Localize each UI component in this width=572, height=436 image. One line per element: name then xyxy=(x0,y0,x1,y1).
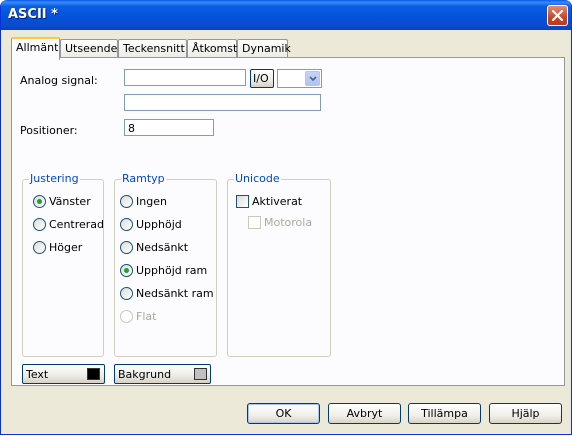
radio-vanster-label[interactable]: Vänster xyxy=(49,195,91,208)
positions-input[interactable]: 8 xyxy=(124,119,214,136)
ok-button[interactable]: OK xyxy=(247,403,320,424)
radio-hoger[interactable] xyxy=(33,241,46,254)
analog-signal-label: Analog signal: xyxy=(20,74,98,87)
checkbox-motorola xyxy=(248,216,261,229)
analog-signal-input[interactable] xyxy=(124,69,246,86)
close-button[interactable] xyxy=(547,5,568,26)
radio-ingen-label[interactable]: Ingen xyxy=(136,195,167,208)
cancel-button[interactable]: Avbryt xyxy=(328,403,401,424)
tab-atkomst[interactable]: Åtkomst xyxy=(187,39,237,57)
dialog-client: Allmänt Utseende Teckensnitt Åtkomst Dyn… xyxy=(4,30,568,431)
dropdown-button[interactable] xyxy=(305,71,320,86)
radio-upphojd-ram-label[interactable]: Upphöjd ram xyxy=(136,264,207,277)
dialog-window: ASCII * Allmänt Utseende Teckensnitt Åtk… xyxy=(0,0,572,435)
window-title: ASCII * xyxy=(8,7,58,22)
background-color-button[interactable]: Bakgrund xyxy=(114,364,211,384)
checkbox-motorola-label: Motorola xyxy=(264,216,313,229)
tab-dynamik[interactable]: Dynamik xyxy=(237,39,291,57)
radio-nedsankt-label[interactable]: Nedsänkt xyxy=(136,241,188,254)
tab-allmant[interactable]: Allmänt xyxy=(11,37,60,60)
radio-ingen[interactable] xyxy=(120,195,133,208)
radio-nedsankt-ram-label[interactable]: Nedsänkt ram xyxy=(136,287,214,300)
radio-nedsankt[interactable] xyxy=(120,241,133,254)
radio-flat-label: Flat xyxy=(136,310,157,323)
apply-button[interactable]: Tillämpa xyxy=(408,403,481,424)
chevron-down-icon xyxy=(309,76,317,82)
title-bar[interactable]: ASCII * xyxy=(1,0,571,30)
justering-group-title: Justering xyxy=(29,172,80,185)
radio-upphojd-ram[interactable] xyxy=(120,264,133,277)
checkbox-aktiverat-label[interactable]: Aktiverat xyxy=(252,195,302,208)
radio-upphojd[interactable] xyxy=(120,218,133,231)
io-button[interactable]: I/O xyxy=(250,69,274,88)
signal-type-dropdown[interactable] xyxy=(277,69,322,88)
text-color-button[interactable]: Text xyxy=(22,364,105,384)
tab-teckensnitt[interactable]: Teckensnitt xyxy=(118,39,187,57)
tab-panel-allmant: Analog signal: I/O Positioner: 8 Justeri… xyxy=(11,57,565,386)
radio-flat xyxy=(120,310,133,323)
radio-nedsankt-ram[interactable] xyxy=(120,287,133,300)
radio-hoger-label[interactable]: Höger xyxy=(49,241,82,254)
help-button[interactable]: Hjälp xyxy=(489,403,562,424)
background-color-swatch xyxy=(194,368,207,380)
analog-signal-second-input[interactable] xyxy=(124,94,321,111)
radio-vanster[interactable] xyxy=(33,195,46,208)
ramtyp-group-title: Ramtyp xyxy=(121,172,166,185)
radio-centrerad-label[interactable]: Centrerad xyxy=(49,218,104,231)
radio-centrerad[interactable] xyxy=(33,218,46,231)
close-icon xyxy=(551,9,564,22)
radio-upphojd-label[interactable]: Upphöjd xyxy=(136,218,182,231)
positions-label: Positioner: xyxy=(20,124,78,137)
checkbox-aktiverat[interactable] xyxy=(236,195,249,208)
unicode-group-title: Unicode xyxy=(234,172,281,185)
text-color-swatch xyxy=(87,368,100,380)
tab-utseende[interactable]: Utseende xyxy=(60,39,118,57)
